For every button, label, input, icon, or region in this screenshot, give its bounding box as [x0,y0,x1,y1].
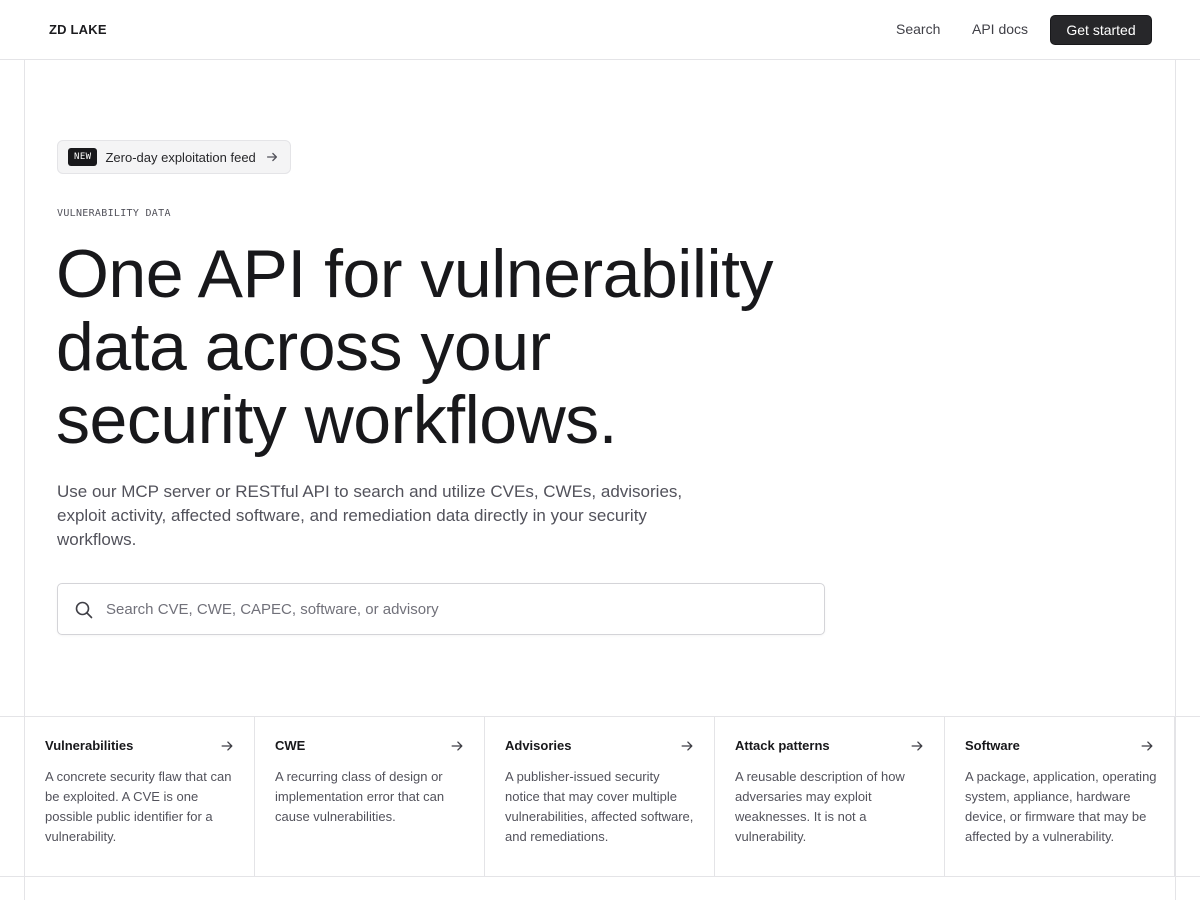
hero-headline: One API for vulnerability data across yo… [56,238,856,457]
hero-description: Use our MCP server or RESTful API to sea… [57,482,683,549]
search-icon [75,601,93,619]
arrow-right-icon [266,152,278,162]
nav-search-link[interactable]: Search [896,21,940,37]
announcement-pill[interactable]: NEW Zero-day exploitation feed [57,140,291,174]
card-description: A recurring class of design or implement… [275,769,445,824]
new-badge: NEW [68,148,98,166]
category-card-vulnerabilities[interactable]: Vulnerabilities A concrete security flaw… [24,717,254,877]
card-description: A publisher-issued security notice that … [505,769,694,844]
arrow-right-icon [911,741,923,751]
arrow-right-icon [1141,741,1153,751]
category-card-advisories[interactable]: Advisories A publisher-issued security n… [484,717,714,877]
nav-api-docs-link[interactable]: API docs [972,21,1028,37]
card-title: Attack patterns [735,738,830,753]
headline-line: One API for vulnerability [56,236,773,312]
get-started-button[interactable]: Get started [1050,15,1152,45]
category-card-cwe[interactable]: CWE A recurring class of design or imple… [254,717,484,877]
search-box[interactable] [57,583,825,635]
headline-line: security workflows. [56,382,618,458]
arrow-right-icon [221,741,233,751]
category-card-attack-patterns[interactable]: Attack patterns A reusable description o… [714,717,944,877]
category-card-software[interactable]: Software A package, application, operati… [944,717,1175,877]
card-title: Advisories [505,738,572,753]
card-description: A package, application, operating system… [965,769,1157,844]
headline-line: data across your [56,309,551,385]
arrow-right-icon [451,741,463,751]
arrow-right-icon [681,741,693,751]
site-header: ZD LAKE Search API docs Get started [0,0,1200,60]
card-title: Vulnerabilities [45,738,134,753]
card-description: A reusable description of how adversarie… [735,769,905,844]
search-input[interactable] [106,585,806,633]
card-title: CWE [275,738,306,753]
brand-logo[interactable]: ZD LAKE [49,22,107,37]
card-description: A concrete security flaw that can be exp… [45,769,232,844]
announcement-text: Zero-day exploitation feed [105,149,256,165]
category-cards: Vulnerabilities A concrete security flaw… [0,716,1200,877]
card-title: Software [965,738,1020,753]
section-eyebrow: VULNERABILITY DATA [57,208,171,219]
